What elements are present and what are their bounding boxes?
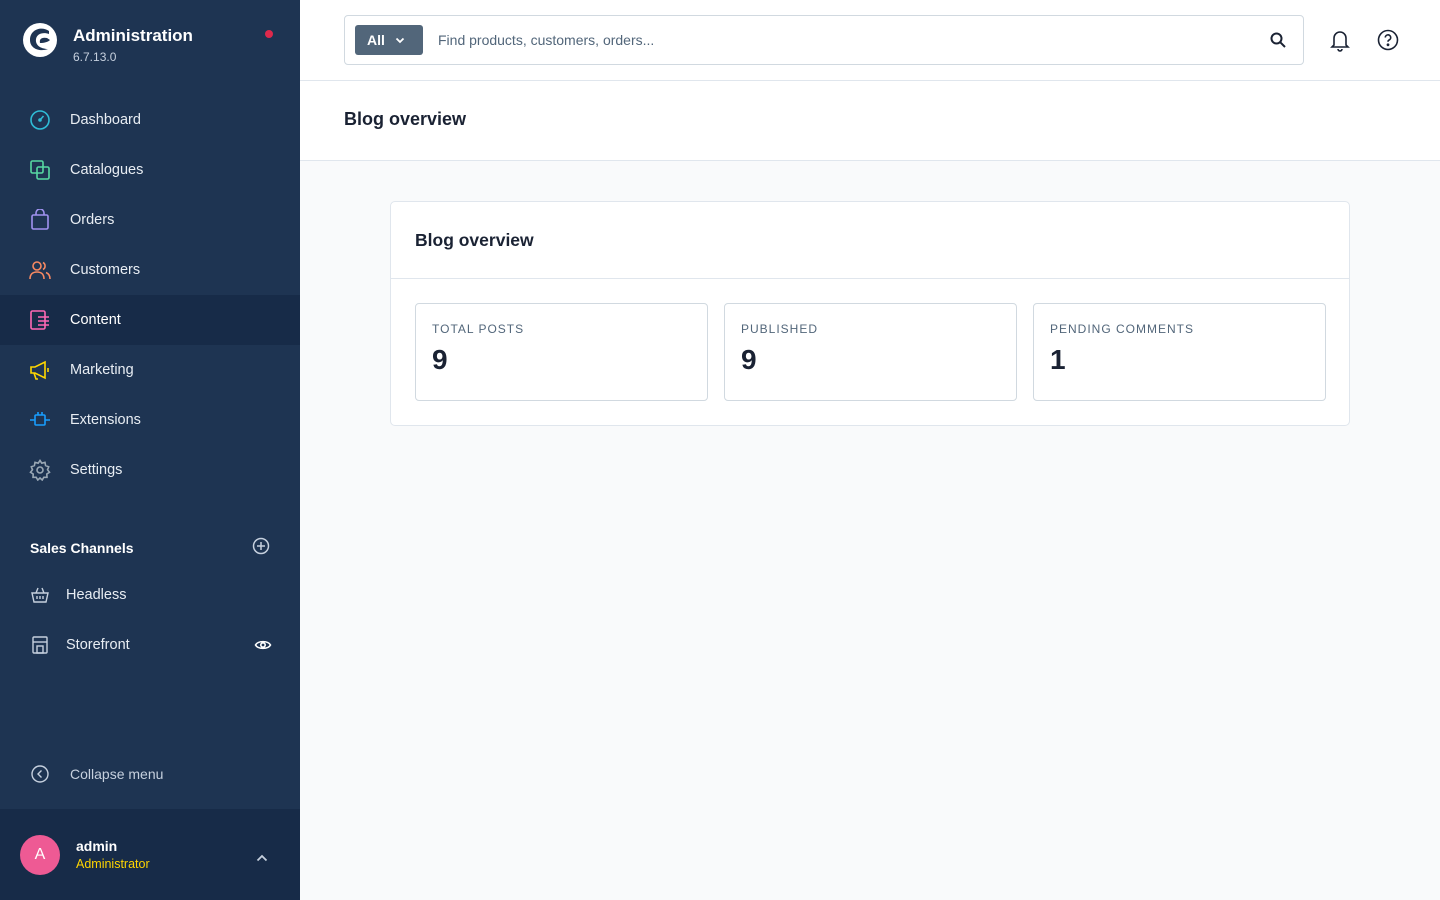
sales-channel-headless[interactable]: Headless — [0, 570, 300, 620]
nav-label: Customers — [70, 262, 141, 278]
nav-label: Catalogues — [70, 162, 144, 178]
add-sales-channel-button[interactable] — [252, 537, 270, 560]
search-icon — [1270, 32, 1286, 48]
sidebar: Administration 6.7.13.0 Dashboard Catalo… — [0, 0, 300, 900]
orders-icon — [28, 208, 52, 232]
stat-total-posts: TOTAL POSTS 9 — [415, 303, 708, 401]
chevron-left-circle-icon — [31, 765, 49, 783]
nav-label: Orders — [70, 212, 115, 228]
nav-label: Content — [70, 312, 121, 328]
marketing-icon — [28, 358, 52, 382]
page-title: Blog overview — [344, 109, 467, 129]
main-nav: Dashboard Catalogues Orders Customers Co… — [0, 95, 300, 495]
topbar: All — [300, 0, 1440, 81]
stat-pending-comments: PENDING COMMENTS 1 — [1033, 303, 1326, 401]
collapse-menu-button[interactable]: Collapse menu — [30, 764, 163, 784]
settings-icon — [28, 458, 52, 482]
sales-channels-title: Sales Channels — [30, 540, 134, 556]
stat-value: 9 — [741, 344, 757, 375]
nav-label: Settings — [70, 462, 123, 478]
nav-label: Marketing — [70, 362, 134, 378]
nav-item-settings[interactable]: Settings — [0, 445, 300, 495]
bell-icon — [1330, 31, 1350, 52]
plus-circle-icon — [252, 537, 270, 554]
nav-item-catalogues[interactable]: Catalogues — [0, 145, 300, 195]
help-icon — [1377, 29, 1399, 51]
card-title: Blog overview — [415, 229, 534, 250]
brand: Administration 6.7.13.0 — [22, 22, 193, 64]
sales-channel-storefront[interactable]: Storefront — [0, 620, 300, 670]
stat-label: TOTAL POSTS — [432, 322, 525, 336]
blog-overview-card: Blog overview TOTAL POSTS 9 PUBLISHED 9 … — [390, 201, 1350, 426]
search-button[interactable] — [1269, 31, 1287, 54]
search-type-label: All — [367, 32, 385, 48]
stat-published: PUBLISHED 9 — [724, 303, 1017, 401]
nav-label: Extensions — [70, 412, 141, 428]
sales-channel-label: Storefront — [66, 637, 130, 653]
app-version: 6.7.13.0 — [73, 50, 117, 64]
card-header: Blog overview — [391, 202, 1349, 279]
nav-item-orders[interactable]: Orders — [0, 195, 300, 245]
nav-item-marketing[interactable]: Marketing — [0, 345, 300, 395]
customers-icon — [28, 258, 52, 282]
chevron-down-icon — [395, 37, 405, 43]
sales-channels-list: Headless Storefront — [0, 570, 300, 670]
sales-channel-label: Headless — [66, 587, 127, 603]
sales-channels-header: Sales Channels — [30, 536, 270, 560]
nav-item-customers[interactable]: Customers — [0, 245, 300, 295]
basket-icon — [28, 583, 52, 607]
nav-label: Dashboard — [70, 112, 141, 128]
user-role: Administrator — [76, 857, 150, 871]
nav-item-content[interactable]: Content — [0, 295, 300, 345]
dashboard-icon — [28, 108, 52, 132]
search-type-select[interactable]: All — [355, 25, 423, 55]
shopware-logo-icon — [23, 23, 57, 57]
avatar: A — [20, 834, 60, 875]
notifications-button[interactable] — [1328, 28, 1352, 57]
stat-label: PENDING COMMENTS — [1050, 322, 1195, 336]
view-storefront-button[interactable] — [254, 636, 272, 659]
catalogues-icon — [28, 158, 52, 182]
global-search: All — [344, 15, 1304, 65]
chevron-up-icon — [256, 849, 268, 867]
eye-icon — [254, 640, 272, 650]
user-name: admin — [76, 838, 118, 854]
nav-item-dashboard[interactable]: Dashboard — [0, 95, 300, 145]
stat-value: 1 — [1050, 344, 1066, 375]
stat-value: 9 — [432, 344, 448, 375]
page-header: Blog overview — [300, 81, 1440, 161]
stats-row: TOTAL POSTS 9 PUBLISHED 9 PENDING COMMEN… — [415, 303, 1326, 401]
stat-label: PUBLISHED — [741, 322, 819, 336]
app-title: Administration — [73, 26, 193, 45]
content-icon — [28, 308, 52, 332]
storefront-icon — [28, 633, 52, 657]
search-input[interactable] — [438, 32, 1238, 48]
user-menu[interactable]: A admin Administrator — [0, 809, 300, 900]
nav-item-extensions[interactable]: Extensions — [0, 395, 300, 445]
notification-dot — [265, 30, 273, 38]
extensions-icon — [28, 408, 52, 432]
collapse-menu-label: Collapse menu — [70, 766, 164, 782]
help-button[interactable] — [1376, 28, 1400, 57]
